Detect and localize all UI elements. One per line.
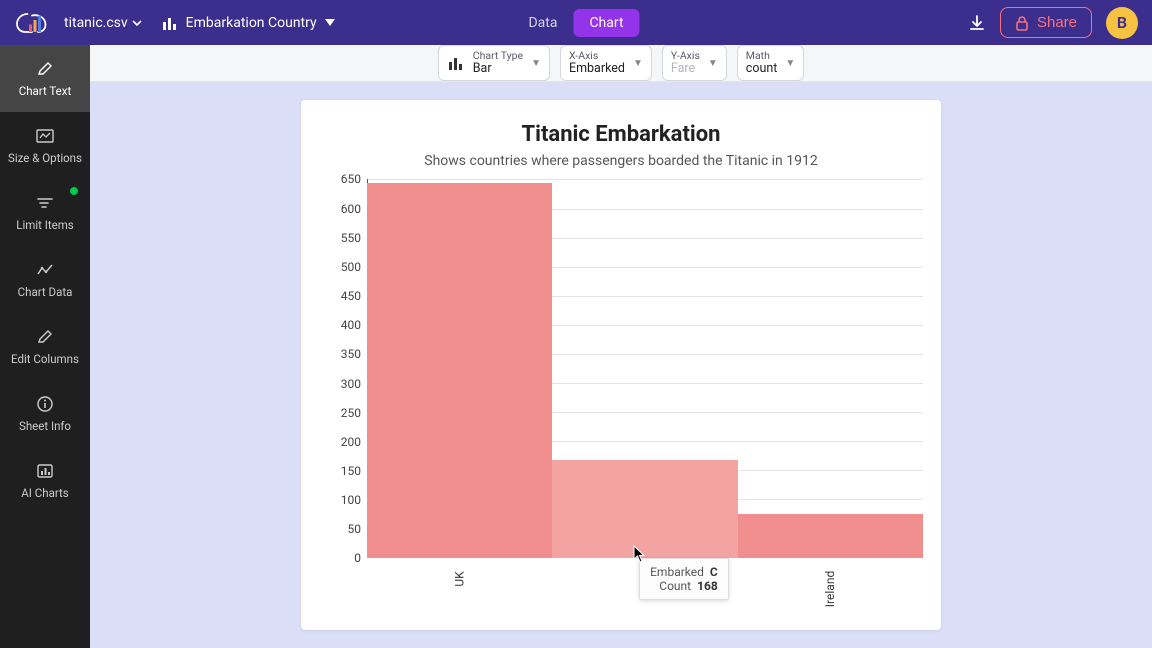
workspace: Chart Type Bar ▼ X-Axis Embarked ▼ Y-Axi… [90, 45, 1152, 648]
x-tick-label: Ireland [823, 571, 837, 607]
math-selector[interactable]: Math count ▼ [737, 45, 804, 81]
y-tick: 500 [341, 260, 361, 274]
y-tick: 400 [341, 318, 361, 332]
sidebar-item-chart-data[interactable]: Chart Data [0, 246, 90, 313]
sidebar-item-chart-text[interactable]: Chart Text [0, 45, 90, 112]
pencil-icon [35, 59, 55, 79]
ai-chart-icon [35, 461, 55, 481]
filter-lines-icon [35, 193, 55, 213]
share-label: Share [1037, 14, 1077, 31]
triangle-down-icon [325, 19, 335, 27]
y-tick: 300 [341, 377, 361, 391]
chart-type-selector[interactable]: Chart Type Bar ▼ [438, 45, 550, 81]
sidebar-item-size-options[interactable]: Size & Options [0, 112, 90, 179]
chevron-down-icon [132, 18, 142, 28]
bar-chart-icon [447, 54, 465, 72]
y-tick: 0 [354, 551, 361, 565]
bar-chart-icon [162, 15, 178, 31]
view-tabs: Data Chart [512, 9, 639, 37]
info-icon [35, 394, 55, 414]
app-logo-icon [14, 8, 50, 38]
y-axis-selector[interactable]: Y-Axis Fare ▼ [662, 45, 727, 81]
triangle-down-icon: ▼ [785, 58, 795, 69]
file-dropdown[interactable]: titanic.csv [64, 15, 142, 31]
y-tick: 100 [341, 493, 361, 507]
chart-config-toolbar: Chart Type Bar ▼ X-Axis Embarked ▼ Y-Axi… [90, 45, 1152, 82]
y-tick: 600 [341, 202, 361, 216]
file-name: titanic.csv [64, 15, 128, 31]
y-tick: 250 [341, 406, 361, 420]
y-tick: 150 [341, 464, 361, 478]
tab-chart[interactable]: Chart [573, 9, 639, 37]
chart-bar[interactable] [738, 514, 923, 559]
download-icon[interactable] [968, 14, 986, 32]
left-sidebar: Chart Text Size & Options Limit Items Ch… [0, 45, 90, 648]
lock-icon [1015, 15, 1029, 31]
chart-card: Titanic Embarkation Shows countries wher… [301, 100, 941, 630]
chart-bar[interactable] [552, 460, 737, 558]
chart-bar[interactable] [367, 183, 552, 559]
y-tick: 450 [341, 289, 361, 303]
triangle-down-icon: ▼ [708, 58, 718, 69]
pencil-icon [35, 327, 55, 347]
chart-menu-dropdown[interactable]: Embarkation Country [162, 15, 335, 31]
tab-data[interactable]: Data [512, 9, 573, 37]
top-bar: titanic.csv Embarkation Country Data Cha… [0, 0, 1152, 45]
chart-plot-area[interactable]: 050100150200250300350400450500550600650U… [319, 179, 923, 618]
x-tick-label: UK [453, 572, 467, 587]
sidebar-item-ai-charts[interactable]: AI Charts [0, 447, 90, 514]
triangle-down-icon: ▼ [531, 58, 541, 69]
chart-name: Embarkation Country [186, 15, 317, 31]
sidebar-item-edit-columns[interactable]: Edit Columns [0, 313, 90, 380]
frame-icon [35, 126, 55, 146]
user-avatar[interactable]: B [1106, 7, 1138, 39]
line-chart-icon [35, 260, 55, 280]
share-button[interactable]: Share [1000, 7, 1092, 38]
chart-tooltip: EmbarkedCCount168 [639, 558, 729, 600]
active-indicator-icon [70, 187, 78, 195]
sidebar-item-sheet-info[interactable]: Sheet Info [0, 380, 90, 447]
triangle-down-icon: ▼ [633, 58, 643, 69]
chart-subtitle: Shows countries where passengers boarded… [319, 153, 923, 169]
y-tick: 550 [341, 231, 361, 245]
y-tick: 350 [341, 347, 361, 361]
x-axis-selector[interactable]: X-Axis Embarked ▼ [560, 45, 652, 81]
chart-title: Titanic Embarkation [319, 122, 923, 147]
sidebar-item-limit-items[interactable]: Limit Items [0, 179, 90, 246]
y-tick: 650 [341, 172, 361, 186]
y-tick: 200 [341, 435, 361, 449]
y-tick: 50 [348, 522, 362, 536]
